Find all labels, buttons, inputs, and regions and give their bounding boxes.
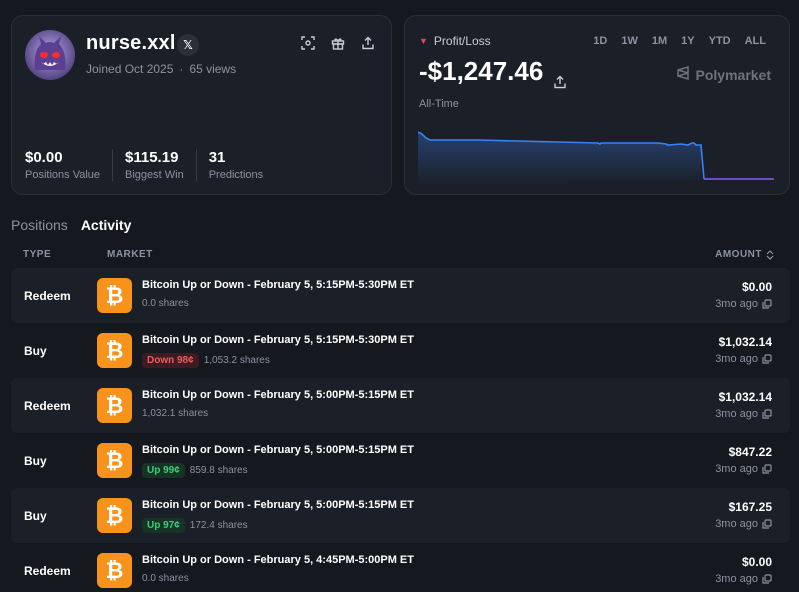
stat-predictions: 31 Predictions bbox=[208, 149, 264, 181]
row-time: 3mo ago bbox=[715, 463, 772, 475]
activity-list: Redeem ₿ Bitcoin Up or Down - February 5… bbox=[11, 268, 790, 592]
pnl-label: ▼ Profit/Loss bbox=[419, 34, 491, 48]
row-type: Redeem bbox=[24, 564, 71, 578]
market-title[interactable]: Bitcoin Up or Down - February 5, 5:00PM-… bbox=[142, 499, 414, 511]
table-header: TYPE MARKET AMOUNT bbox=[11, 249, 790, 265]
row-amount: $0.00 bbox=[741, 555, 772, 569]
row-type: Buy bbox=[24, 509, 47, 523]
external-link-icon[interactable] bbox=[762, 409, 772, 419]
pnl-card: ▼ Profit/Loss 1D 1W 1M 1Y YTD ALL -$1,24… bbox=[404, 15, 790, 195]
bitcoin-icon: ₿ bbox=[97, 443, 132, 478]
row-sub: 1,032.1 shares bbox=[142, 408, 208, 419]
row-time: 3mo ago bbox=[715, 408, 772, 420]
bitcoin-icon: ₿ bbox=[97, 333, 132, 368]
stat-biggest-win: $115.19 Biggest Win bbox=[125, 149, 197, 181]
row-amount: $0.00 bbox=[741, 280, 772, 294]
polymarket-logo-icon bbox=[676, 65, 690, 83]
range-1m[interactable]: 1M bbox=[647, 31, 672, 51]
outcome-pill: Up 97¢ bbox=[142, 518, 185, 533]
external-link-icon[interactable] bbox=[762, 519, 772, 529]
row-type: Buy bbox=[24, 344, 47, 358]
col-market: MARKET bbox=[107, 249, 153, 260]
row-sub: Down 98¢ 1,053.2 shares bbox=[142, 353, 270, 368]
polymarket-brand: Polymarket bbox=[676, 65, 771, 83]
range-1w[interactable]: 1W bbox=[616, 31, 643, 51]
shares: 0.0 shares bbox=[142, 298, 189, 309]
bitcoin-icon: ₿ bbox=[97, 553, 132, 588]
table-row[interactable]: Redeem ₿ Bitcoin Up or Down - February 5… bbox=[11, 378, 790, 433]
external-link-icon[interactable] bbox=[762, 354, 772, 364]
pnl-chart bbox=[418, 131, 774, 186]
profile-stats: $0.00 Positions Value $115.19 Biggest Wi… bbox=[25, 149, 287, 181]
row-sub: 0.0 shares bbox=[142, 298, 189, 309]
outcome-pill: Down 98¢ bbox=[142, 353, 199, 368]
row-sub: 0.0 shares bbox=[142, 573, 189, 584]
range-all[interactable]: ALL bbox=[740, 31, 771, 51]
row-amount: $167.25 bbox=[728, 500, 772, 514]
scan-icon[interactable] bbox=[299, 34, 317, 52]
bitcoin-icon: ₿ bbox=[97, 498, 132, 533]
external-link-icon[interactable] bbox=[762, 464, 772, 474]
profile-meta: Joined Oct 2025 · 65 views bbox=[86, 62, 237, 76]
external-link-icon[interactable] bbox=[762, 299, 772, 309]
tab-activity[interactable]: Activity bbox=[81, 217, 132, 233]
profile-card: nurse.xxl 𝕏 Joined Oct 2025 · 65 views $0.… bbox=[11, 15, 392, 195]
table-row[interactable]: Buy ₿ Bitcoin Up or Down - February 5, 5… bbox=[11, 488, 790, 543]
bitcoin-icon: ₿ bbox=[97, 278, 132, 313]
row-sub: Up 99¢ 859.8 shares bbox=[142, 463, 248, 478]
row-amount: $847.22 bbox=[728, 445, 772, 459]
market-title[interactable]: Bitcoin Up or Down - February 5, 4:45PM-… bbox=[142, 554, 414, 566]
shares: 859.8 shares bbox=[189, 465, 248, 476]
range-selector: 1D 1W 1M 1Y YTD ALL bbox=[588, 31, 771, 51]
gift-icon[interactable] bbox=[329, 34, 347, 52]
shares: 172.4 shares bbox=[189, 520, 248, 531]
row-amount: $1,032.14 bbox=[718, 335, 772, 349]
row-amount: $1,032.14 bbox=[718, 390, 772, 404]
table-row[interactable]: Redeem ₿ Bitcoin Up or Down - February 5… bbox=[11, 268, 790, 323]
shares: 1,053.2 shares bbox=[203, 355, 270, 366]
row-time: 3mo ago bbox=[715, 518, 772, 530]
profile-actions bbox=[299, 34, 377, 52]
table-row[interactable]: Buy ₿ Bitcoin Up or Down - February 5, 5… bbox=[11, 433, 790, 488]
joined-date: Joined Oct 2025 bbox=[86, 62, 174, 76]
tabs: Positions Activity bbox=[11, 217, 131, 233]
table-row[interactable]: Buy ₿ Bitcoin Up or Down - February 5, 5… bbox=[11, 323, 790, 378]
share-icon[interactable] bbox=[359, 34, 377, 52]
col-type: TYPE bbox=[23, 249, 52, 260]
market-title[interactable]: Bitcoin Up or Down - February 5, 5:15PM-… bbox=[142, 334, 414, 346]
stat-positions-value: $0.00 Positions Value bbox=[25, 149, 114, 181]
row-time: 3mo ago bbox=[715, 298, 772, 310]
range-1d[interactable]: 1D bbox=[588, 31, 612, 51]
row-sub: Up 97¢ 172.4 shares bbox=[142, 518, 248, 533]
market-title[interactable]: Bitcoin Up or Down - February 5, 5:00PM-… bbox=[142, 444, 414, 456]
tab-positions[interactable]: Positions bbox=[11, 217, 68, 233]
pnl-value: -$1,247.46 bbox=[419, 56, 567, 88]
range-ytd[interactable]: YTD bbox=[704, 31, 736, 51]
views-count: 65 views bbox=[189, 62, 237, 76]
col-amount[interactable]: AMOUNT bbox=[715, 249, 774, 260]
avatar[interactable] bbox=[25, 30, 75, 80]
shares: 0.0 shares bbox=[142, 573, 189, 584]
row-type: Redeem bbox=[24, 289, 71, 303]
bitcoin-icon: ₿ bbox=[97, 388, 132, 423]
sort-icon bbox=[766, 249, 774, 260]
table-row[interactable]: Redeem ₿ Bitcoin Up or Down - February 5… bbox=[11, 543, 790, 592]
market-title[interactable]: Bitcoin Up or Down - February 5, 5:15PM-… bbox=[142, 279, 414, 291]
row-type: Buy bbox=[24, 454, 47, 468]
outcome-pill: Up 99¢ bbox=[142, 463, 185, 478]
external-link-icon[interactable] bbox=[762, 574, 772, 584]
username: nurse.xxl bbox=[86, 32, 176, 54]
range-subtitle: All-Time bbox=[419, 98, 459, 110]
market-title[interactable]: Bitcoin Up or Down - February 5, 5:00PM-… bbox=[142, 389, 414, 401]
x-social-icon[interactable]: 𝕏 bbox=[177, 34, 199, 56]
share-icon[interactable] bbox=[553, 65, 567, 88]
down-triangle-icon: ▼ bbox=[419, 36, 428, 46]
row-time: 3mo ago bbox=[715, 353, 772, 365]
row-type: Redeem bbox=[24, 399, 71, 413]
shares: 1,032.1 shares bbox=[142, 408, 209, 419]
range-1y[interactable]: 1Y bbox=[676, 31, 699, 51]
row-time: 3mo ago bbox=[715, 573, 772, 585]
